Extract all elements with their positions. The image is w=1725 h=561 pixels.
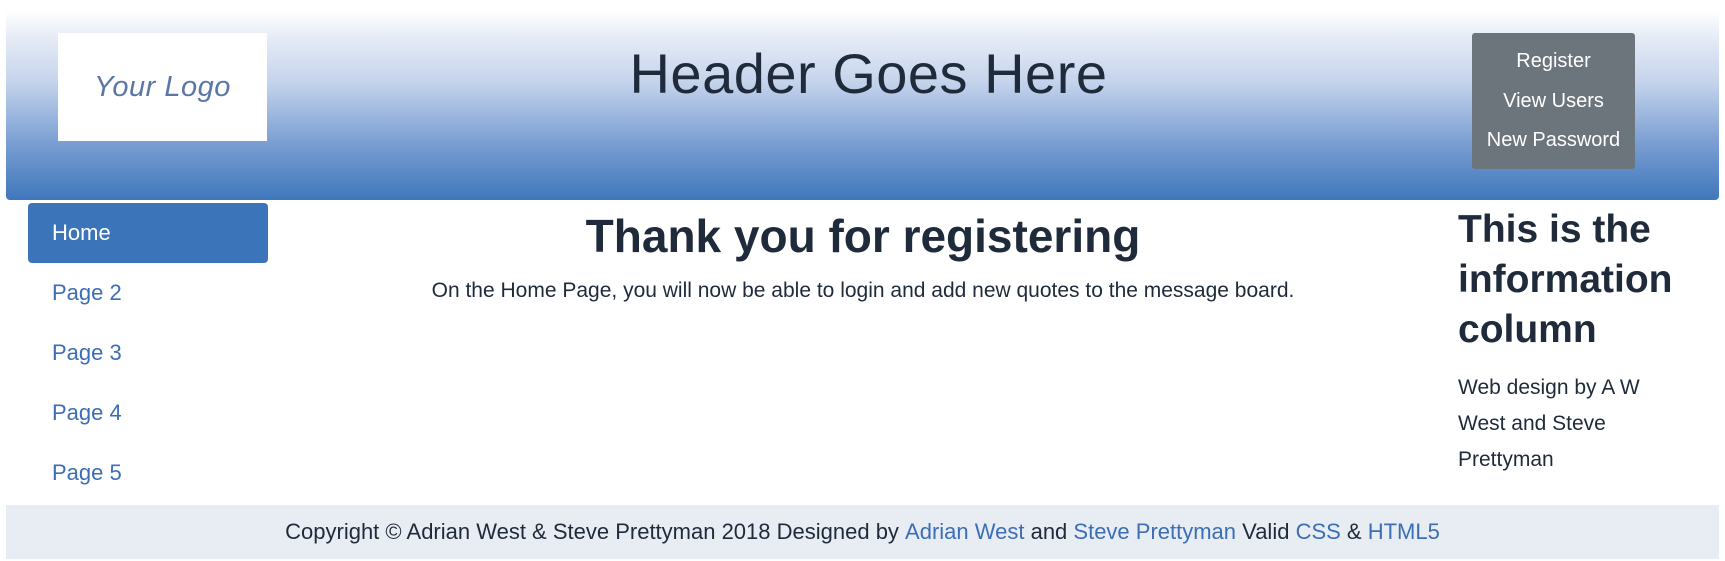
footer-link-css[interactable]: CSS: [1296, 519, 1341, 545]
information-column: This is the information column Web desig…: [1458, 205, 1708, 478]
nav-item-page-4[interactable]: Page 4: [28, 383, 268, 443]
logo[interactable]: Your Logo: [58, 33, 267, 141]
footer: Copyright © Adrian West & Steve Prettyma…: [6, 505, 1719, 559]
logo-text: Your Logo: [94, 70, 231, 103]
main-content: Thank you for registering On the Home Pa…: [300, 205, 1426, 303]
new-password-link[interactable]: New Password: [1487, 129, 1620, 152]
info-title: This is the information column: [1458, 208, 1673, 351]
user-menu: Register View Users New Password: [1472, 33, 1635, 169]
register-link[interactable]: Register: [1516, 50, 1590, 73]
sidebar-nav: Home Page 2 Page 3 Page 4 Page 5: [28, 203, 268, 503]
footer-link-html5[interactable]: HTML5: [1368, 519, 1440, 545]
header-title: Header Goes Here: [629, 42, 1108, 105]
footer-valid: Valid: [1236, 519, 1296, 544]
page-title: Thank you for registering: [585, 210, 1141, 262]
confirmation-message: On the Home Page, you will now be able t…: [431, 279, 1295, 302]
header-banner: Your Logo Header Goes Here Register View…: [6, 11, 1719, 200]
footer-and: and: [1024, 519, 1074, 544]
footer-link-adrian-west[interactable]: Adrian West: [905, 519, 1024, 545]
nav-item-page-5[interactable]: Page 5: [28, 443, 268, 503]
nav-item-page-3[interactable]: Page 3: [28, 323, 268, 383]
design-credit: Web design by A W West and Steve Prettym…: [1458, 376, 1640, 471]
page: Your Logo Header Goes Here Register View…: [0, 0, 1725, 561]
view-users-link[interactable]: View Users: [1503, 90, 1604, 113]
nav-item-page-2[interactable]: Page 2: [28, 263, 268, 323]
nav-item-home[interactable]: Home: [28, 203, 268, 263]
footer-copyright: Copyright © Adrian West & Steve Prettyma…: [285, 519, 906, 544]
footer-amp: &: [1340, 519, 1368, 544]
footer-link-steve-prettyman[interactable]: Steve Prettyman: [1073, 519, 1236, 545]
